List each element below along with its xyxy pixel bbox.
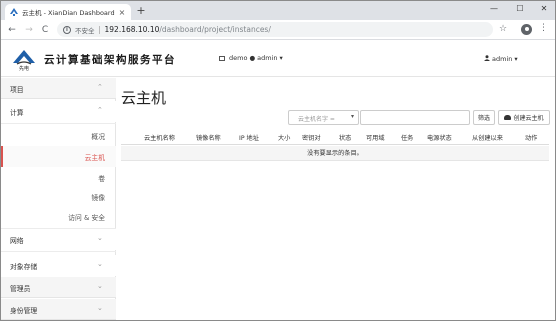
sidebar-group-label: 网络 — [10, 237, 24, 245]
filter-field-select[interactable]: 云主机名字 = ▾ — [288, 110, 359, 125]
browser-menu-icon[interactable]: ⋮ — [539, 23, 548, 33]
sidebar-group-object-storage[interactable]: 对象存储 ⌄ — [1, 255, 116, 276]
sidebar-panel-label: 身份管理 — [10, 307, 38, 315]
sidebar-panel-identity[interactable]: 身份管理 ⌄ — [1, 299, 116, 320]
chevron-down-icon: ▾ — [279, 54, 283, 62]
sidebar-item-label: 概况 — [91, 133, 105, 141]
tab-strip: 云主机 - XianDian Dashboard × + — ☐ ✕ — [1, 1, 555, 20]
filter-button-label: 筛选 — [477, 115, 490, 122]
url-input[interactable]: i 不安全 192.168.10.10 /dashboard/project/i… — [57, 22, 493, 37]
table-empty-row: 没有要显示的条目。 — [121, 146, 549, 161]
logo-text: 先电 — [19, 65, 29, 71]
tab-close-icon[interactable]: × — [118, 8, 126, 17]
filter-input[interactable] — [360, 110, 470, 125]
instances-table-header: 云主机名称 镜像名称 IP 地址 大小 密钥对 状态 可用域 任务 电源状态 从… — [121, 130, 549, 145]
context-user: admin — [257, 54, 278, 62]
user-menu-dropdown[interactable]: admin ▾ — [484, 55, 518, 63]
main-content: 云主机 云主机名字 = ▾ 筛选 创建云主机 云主机名称 镜像名称 IP 地址 … — [117, 78, 555, 320]
column-header-availability-zone[interactable]: 可用域 — [366, 133, 385, 142]
sidebar-group-label: 计算 — [10, 109, 24, 117]
bullet-icon: ● — [249, 54, 256, 62]
create-instance-label: 创建云主机 — [513, 115, 544, 122]
sidebar-item-overview[interactable]: 概况 — [1, 125, 116, 146]
sidebar-group-network[interactable]: 网络 ⌄ — [1, 229, 116, 250]
chevron-up-icon: ⌃ — [97, 83, 103, 91]
account-icon[interactable] — [521, 24, 532, 35]
browser-tab[interactable]: 云主机 - XianDian Dashboard × — [5, 4, 131, 20]
column-header-size[interactable]: 大小 — [278, 133, 290, 142]
sidebar-item-images[interactable]: 镜像 — [1, 186, 116, 207]
bookmark-star-icon[interactable]: ☆ — [499, 24, 507, 34]
sidebar-panel-label: 项目 — [10, 86, 24, 94]
column-header-image[interactable]: 镜像名称 — [196, 133, 221, 142]
filter-field-value: 云主机名字 = — [298, 116, 335, 123]
site-favicon-icon — [10, 8, 18, 16]
url-host: 192.168.10.10 — [104, 25, 160, 34]
column-header-keypair[interactable]: 密钥对 — [302, 133, 321, 142]
browser-window: 云主机 - XianDian Dashboard × + — ☐ ✕ ← → C… — [0, 0, 556, 321]
sidebar: 项目 ⌃ 计算 ⌃ 概况 云主机 卷 镜像 访问 & 安全 网络 ⌄ 对象存储 — [1, 78, 116, 320]
column-header-status[interactable]: 状态 — [339, 133, 351, 142]
sidebar-item-access-security[interactable]: 访问 & 安全 — [1, 206, 116, 227]
sidebar-item-label: 访问 & 安全 — [68, 214, 105, 222]
project-context-dropdown[interactable]: demo ● admin ▾ — [219, 54, 283, 62]
xiandian-logo[interactable]: 先电 — [11, 47, 37, 72]
column-header-ip[interactable]: IP 地址 — [239, 133, 259, 142]
sidebar-group-compute[interactable]: 计算 ⌃ — [1, 101, 116, 122]
filter-button[interactable]: 筛选 — [473, 110, 495, 125]
sidebar-item-label: 云主机 — [84, 154, 105, 162]
tab-title: 云主机 - XianDian Dashboard — [22, 9, 115, 17]
close-window-button[interactable]: ✕ — [531, 1, 555, 16]
sidebar-item-volumes[interactable]: 卷 — [1, 167, 116, 188]
maximize-button[interactable]: ☐ — [507, 1, 533, 16]
omnibox-divider — [98, 25, 100, 34]
chevron-down-icon: ⌄ — [97, 260, 103, 268]
chevron-down-icon: ⌄ — [97, 282, 103, 290]
url-path: /dashboard/project/instances/ — [159, 25, 271, 34]
column-header-task[interactable]: 任务 — [401, 133, 413, 142]
chevron-up-icon: ⌃ — [97, 106, 103, 114]
user-icon — [484, 55, 490, 63]
new-tab-button[interactable]: + — [135, 4, 147, 18]
sidebar-item-label: 镜像 — [91, 194, 105, 202]
chevron-down-icon: ⌄ — [97, 304, 103, 312]
chevron-down-icon: ⌄ — [97, 234, 103, 242]
info-icon[interactable]: i — [63, 25, 71, 34]
app-header: 先电 云计算基础架构服务平台 demo ● admin ▾ admin ▾ — [1, 41, 555, 77]
sidebar-group-label: 对象存储 — [10, 263, 38, 271]
reload-button[interactable]: C — [39, 23, 51, 37]
sidebar-panel-project[interactable]: 项目 ⌃ — [1, 78, 116, 99]
chevron-down-icon: ▾ — [350, 113, 354, 120]
project-name: demo — [229, 54, 248, 62]
chevron-down-icon: ▾ — [514, 55, 518, 63]
security-label: 不安全 — [75, 26, 95, 35]
cloud-upload-icon — [504, 115, 512, 120]
forward-button[interactable]: → — [23, 23, 35, 37]
column-header-name[interactable]: 云主机名称 — [144, 133, 175, 142]
sidebar-panel-label: 管理员 — [10, 285, 31, 293]
sidebar-item-instances[interactable]: 云主机 — [1, 146, 116, 167]
project-icon — [219, 55, 225, 61]
sidebar-item-label: 卷 — [98, 175, 105, 183]
column-header-power-state[interactable]: 电源状态 — [427, 133, 452, 142]
address-bar: ← → C i 不安全 192.168.10.10 /dashboard/pro… — [1, 20, 555, 40]
sidebar-divider — [1, 123, 116, 124]
sidebar-panel-admin[interactable]: 管理员 ⌄ — [1, 277, 116, 298]
page-title: 云主机 — [121, 89, 167, 107]
back-button[interactable]: ← — [6, 23, 18, 37]
column-header-actions: 动作 — [525, 135, 538, 142]
platform-title: 云计算基础架构服务平台 — [44, 54, 176, 66]
minimize-button[interactable]: — — [481, 1, 507, 16]
sidebar-divider — [1, 251, 116, 252]
user-name: admin — [492, 55, 513, 63]
create-instance-button[interactable]: 创建云主机 — [498, 110, 550, 125]
column-header-uptime[interactable]: 从创建以来 — [472, 133, 503, 142]
